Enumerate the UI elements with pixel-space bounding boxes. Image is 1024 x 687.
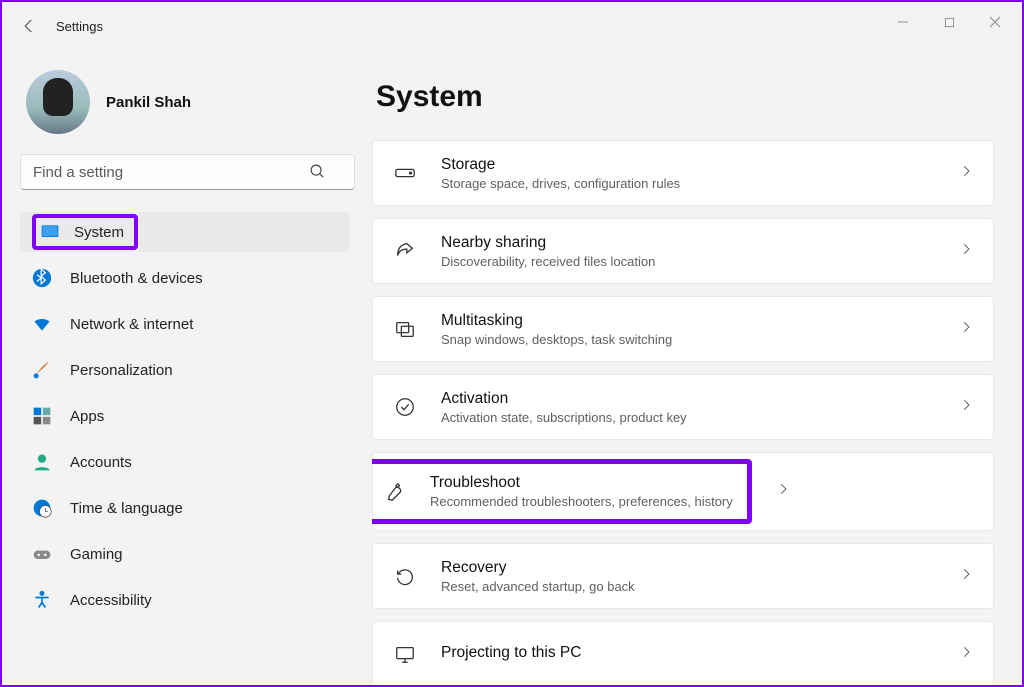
chevron-right-icon [959,398,973,417]
card-recovery[interactable]: Recovery Reset, advanced startup, go bac… [372,543,994,609]
minimize-button[interactable] [880,6,926,38]
card-desc: Reset, advanced startup, go back [441,579,935,594]
multitask-icon [393,317,417,341]
card-label: Nearby sharing [441,234,935,252]
bluetooth-icon [32,268,52,288]
nav-label: Time & language [70,500,183,517]
chevron-right-icon [959,567,973,586]
window-title: Settings [56,19,103,34]
card-label: Storage [441,156,935,174]
card-desc: Snap windows, desktops, task switching [441,332,935,347]
nav-item-accounts[interactable]: Accounts [20,442,350,482]
card-label: Projecting to this PC [441,644,935,662]
nav-label: Network & internet [70,316,193,333]
wrench-icon [382,480,406,504]
project-icon [393,642,417,666]
card-label: Activation [441,390,935,408]
nav-label: Bluetooth & devices [70,270,203,287]
card-label: Recovery [441,559,935,577]
nav-item-network[interactable]: Network & internet [20,304,350,344]
card-label: Troubleshoot [430,474,733,492]
titlebar: Settings [2,2,1022,50]
maximize-button[interactable] [926,6,972,38]
profile[interactable]: Pankil Shah [26,70,354,134]
chevron-right-icon [959,645,973,664]
sidebar: Pankil Shah System Bluetooth [2,50,372,685]
gamepad-icon [32,544,52,564]
card-storage[interactable]: Storage Storage space, drives, configura… [372,140,994,206]
card-desc: Recommended troubleshooters, preferences… [430,494,733,509]
chevron-right-icon [959,320,973,339]
nav-label: Personalization [70,362,173,379]
page-title: System [376,80,994,114]
person-icon [32,452,52,472]
nav-item-apps[interactable]: Apps [20,396,350,436]
card-activation[interactable]: Activation Activation state, subscriptio… [372,374,994,440]
nav-label: Accounts [70,454,132,471]
card-desc: Activation state, subscriptions, product… [441,410,935,425]
card-desc: Discoverability, received files location [441,254,935,269]
avatar [26,70,90,134]
display-icon [40,222,60,242]
storage-icon [393,161,417,185]
nav-item-accessibility[interactable]: Accessibility [20,580,350,620]
globe-clock-icon [32,498,52,518]
recovery-icon [393,564,417,588]
chevron-right-icon [776,482,790,501]
card-multitasking[interactable]: Multitasking Snap windows, desktops, tas… [372,296,994,362]
nav-label: System [74,224,124,241]
apps-icon [32,406,52,426]
window-controls [880,6,1018,38]
back-button[interactable] [10,7,48,45]
nav-label: Apps [70,408,104,425]
check-circle-icon [393,395,417,419]
share-icon [393,239,417,263]
nav-label: Accessibility [70,592,152,609]
nav-item-gaming[interactable]: Gaming [20,534,350,574]
brush-icon [32,360,52,380]
card-troubleshoot[interactable]: Troubleshoot Recommended troubleshooters… [372,452,994,531]
card-nearby-sharing[interactable]: Nearby sharing Discoverability, received… [372,218,994,284]
profile-name: Pankil Shah [106,94,191,111]
nav-item-system[interactable]: System [20,212,350,252]
search-box [20,154,350,190]
card-label: Multitasking [441,312,935,330]
nav-list: System Bluetooth & devices Network & int… [20,212,354,620]
nav-label: Gaming [70,546,123,563]
close-button[interactable] [972,6,1018,38]
search-icon [309,163,326,185]
search-input[interactable] [20,154,355,190]
nav-item-time[interactable]: Time & language [20,488,350,528]
wifi-icon [32,314,52,334]
main-panel: System Storage Storage space, drives, co… [372,50,1022,685]
chevron-right-icon [959,164,973,183]
chevron-right-icon [959,242,973,261]
accessibility-icon [32,590,52,610]
card-desc: Storage space, drives, configuration rul… [441,176,935,191]
nav-item-bluetooth[interactable]: Bluetooth & devices [20,258,350,298]
nav-item-personalization[interactable]: Personalization [20,350,350,390]
card-projecting[interactable]: Projecting to this PC [372,621,994,685]
